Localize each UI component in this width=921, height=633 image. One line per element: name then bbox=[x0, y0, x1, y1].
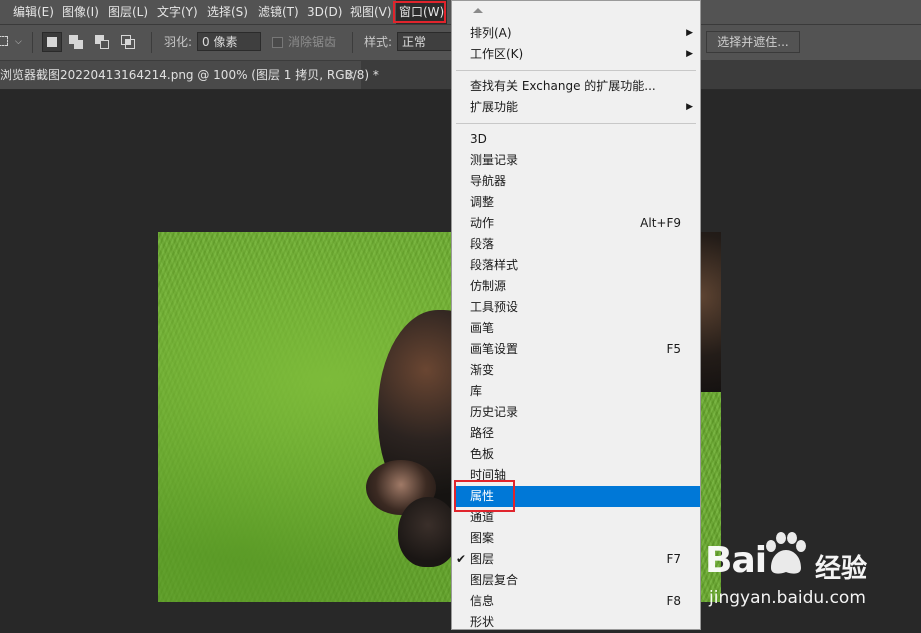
menu-item-find-extensions[interactable]: 查找有关 Exchange 的扩展功能... bbox=[453, 76, 699, 97]
menu-item-libraries[interactable]: 库 bbox=[453, 381, 699, 402]
watermark-brand: Bai bbox=[705, 540, 767, 581]
menu-layer[interactable]: 图层(L) bbox=[108, 0, 148, 24]
menu-type[interactable]: 文字(Y) bbox=[157, 0, 198, 24]
menu-select[interactable]: 选择(S) bbox=[207, 0, 248, 24]
antialias-label: 消除锯齿 bbox=[288, 35, 337, 49]
checkmark-icon: ✔ bbox=[456, 552, 467, 566]
scroll-up-icon[interactable] bbox=[473, 8, 483, 13]
document-tab[interactable]: 浏览器截图20220413164214.png @ 100% (图层 1 拷贝,… bbox=[0, 61, 379, 89]
menu-item-paths[interactable]: 路径 bbox=[453, 423, 699, 444]
new-selection-icon[interactable] bbox=[42, 32, 62, 52]
menu-item-layer-comps[interactable]: 图层复合 bbox=[453, 570, 699, 591]
menu-item-paragraph-styles[interactable]: 段落样式 bbox=[453, 255, 699, 276]
watermark-jingyan: 经验 bbox=[815, 554, 868, 584]
menu-item-brushes[interactable]: 画笔 bbox=[453, 318, 699, 339]
menu-item-brush-settings[interactable]: 画笔设置 F5 bbox=[453, 339, 699, 360]
menu-item-swatches[interactable]: 色板 bbox=[453, 444, 699, 465]
menu-item-gradients[interactable]: 渐变 bbox=[453, 360, 699, 381]
menu-item-extensions[interactable]: 扩展功能 ▶ bbox=[453, 97, 699, 118]
menu-item-workspace[interactable]: 工作区(K) ▶ bbox=[453, 44, 699, 65]
feather-input[interactable]: 0 像素 bbox=[197, 32, 261, 51]
submenu-arrow-icon: ▶ bbox=[686, 28, 693, 38]
feather-label: 羽化: bbox=[164, 35, 193, 49]
antialias-checkbox[interactable] bbox=[272, 37, 283, 48]
menu-item-adjustments[interactable]: 调整 bbox=[453, 192, 699, 213]
intersect-selection-icon[interactable] bbox=[119, 32, 139, 52]
cat-ear-image bbox=[398, 497, 458, 567]
menu-item-actions[interactable]: 动作 Alt+F9 bbox=[453, 213, 699, 234]
menu-image[interactable]: 图像(I) bbox=[62, 0, 99, 24]
menu-item-3d[interactable]: 3D bbox=[453, 129, 699, 150]
menu-filter[interactable]: 滤镜(T) bbox=[258, 0, 299, 24]
chevron-down-icon[interactable]: ⌵ bbox=[15, 25, 22, 60]
menu-view[interactable]: 视图(V) bbox=[350, 0, 392, 24]
document-tab-title: 浏览器截图20220413164214.png @ 100% (图层 1 拷贝,… bbox=[0, 68, 379, 82]
baidu-jingyan-watermark: Bai 经验 jingyan.baidu.com bbox=[705, 520, 921, 630]
menu-item-history[interactable]: 历史记录 bbox=[453, 402, 699, 423]
annotation-box-window bbox=[393, 1, 446, 23]
window-menu-dropdown: 排列(A) ▶ 工作区(K) ▶ 查找有关 Exchange 的扩展功能... 扩展… bbox=[451, 0, 701, 630]
menu-item-patterns[interactable]: 图案 bbox=[453, 528, 699, 549]
style-label: 样式: bbox=[364, 35, 393, 49]
submenu-arrow-icon: ▶ bbox=[686, 102, 693, 112]
menu-divider bbox=[456, 123, 696, 124]
add-to-selection-icon[interactable] bbox=[67, 32, 87, 52]
menu-item-measurement-log[interactable]: 测量记录 bbox=[453, 150, 699, 171]
watermark-url: jingyan.baidu.com bbox=[709, 588, 866, 608]
close-icon[interactable]: × bbox=[345, 61, 355, 89]
annotation-box-properties bbox=[454, 480, 515, 512]
menu-item-info[interactable]: 信息 F8 bbox=[453, 591, 699, 612]
menu-item-paragraph[interactable]: 段落 bbox=[453, 234, 699, 255]
menu-item-arrange[interactable]: 排列(A) ▶ bbox=[453, 23, 699, 44]
subtract-from-selection-icon[interactable] bbox=[93, 32, 113, 52]
baidu-paw-icon bbox=[766, 532, 806, 574]
menu-3d[interactable]: 3D(D) bbox=[307, 0, 342, 24]
menu-item-navigator[interactable]: 导航器 bbox=[453, 171, 699, 192]
style-select[interactable]: 正常 bbox=[397, 32, 453, 51]
submenu-arrow-icon: ▶ bbox=[686, 49, 693, 59]
menu-item-layers[interactable]: ✔ 图层 F7 bbox=[453, 549, 699, 570]
menu-item-clone-source[interactable]: 仿制源 bbox=[453, 276, 699, 297]
select-and-mask-button[interactable]: 选择并遮住... bbox=[706, 31, 800, 53]
menu-item-tool-presets[interactable]: 工具预设 bbox=[453, 297, 699, 318]
menu-divider bbox=[456, 70, 696, 71]
menu-edit[interactable]: 编辑(E) bbox=[13, 0, 54, 24]
